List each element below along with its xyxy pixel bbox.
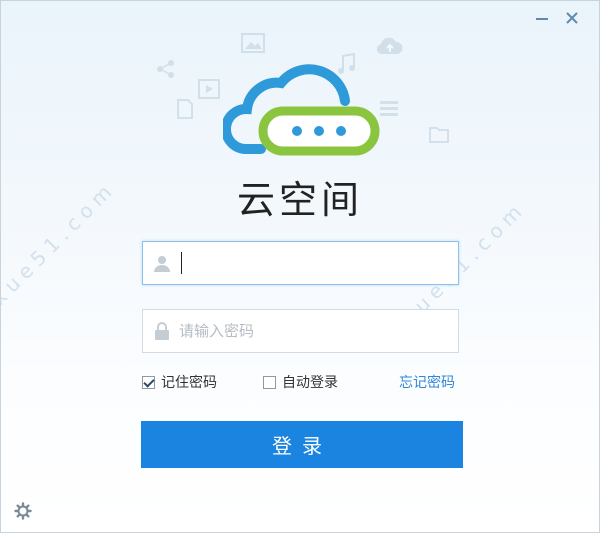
- checkbox-checked-icon[interactable]: [142, 375, 155, 389]
- checkbox-unchecked-icon[interactable]: [263, 375, 276, 389]
- video-icon: [198, 79, 220, 99]
- lock-icon: [151, 320, 173, 342]
- username-input[interactable]: [182, 242, 458, 284]
- gear-icon: [14, 502, 32, 520]
- auto-login-checkbox[interactable]: 自动登录: [263, 372, 338, 392]
- user-icon: [151, 252, 173, 274]
- forgot-password-link[interactable]: 忘记密码: [399, 372, 455, 392]
- app-title: 云空间: [236, 178, 363, 222]
- password-input[interactable]: [179, 310, 458, 352]
- minimize-icon: [536, 18, 548, 20]
- folder-icon: [429, 127, 449, 143]
- close-button[interactable]: [559, 7, 585, 29]
- minimize-button[interactable]: [529, 7, 555, 29]
- document-icon: [177, 99, 193, 119]
- cloud-upload-icon: [376, 37, 403, 55]
- auto-login-label: 自动登录: [282, 375, 338, 391]
- image-icon: [241, 33, 265, 53]
- login-options: 记住密码 自动登录 忘记密码: [142, 370, 459, 392]
- settings-button[interactable]: [14, 502, 32, 524]
- remember-password-checkbox[interactable]: 记住密码: [142, 372, 217, 392]
- login-button[interactable]: 登录: [141, 421, 463, 468]
- close-icon: [566, 12, 578, 24]
- cloud-logo-icon: [223, 64, 380, 156]
- login-window: xue51.com xue51.com 云空间 记住密码 自动登录 忘记密码 登…: [0, 0, 600, 533]
- password-field[interactable]: [142, 309, 459, 353]
- username-field[interactable]: [142, 241, 459, 285]
- share-icon: [157, 60, 174, 78]
- remember-password-label: 记住密码: [161, 375, 217, 391]
